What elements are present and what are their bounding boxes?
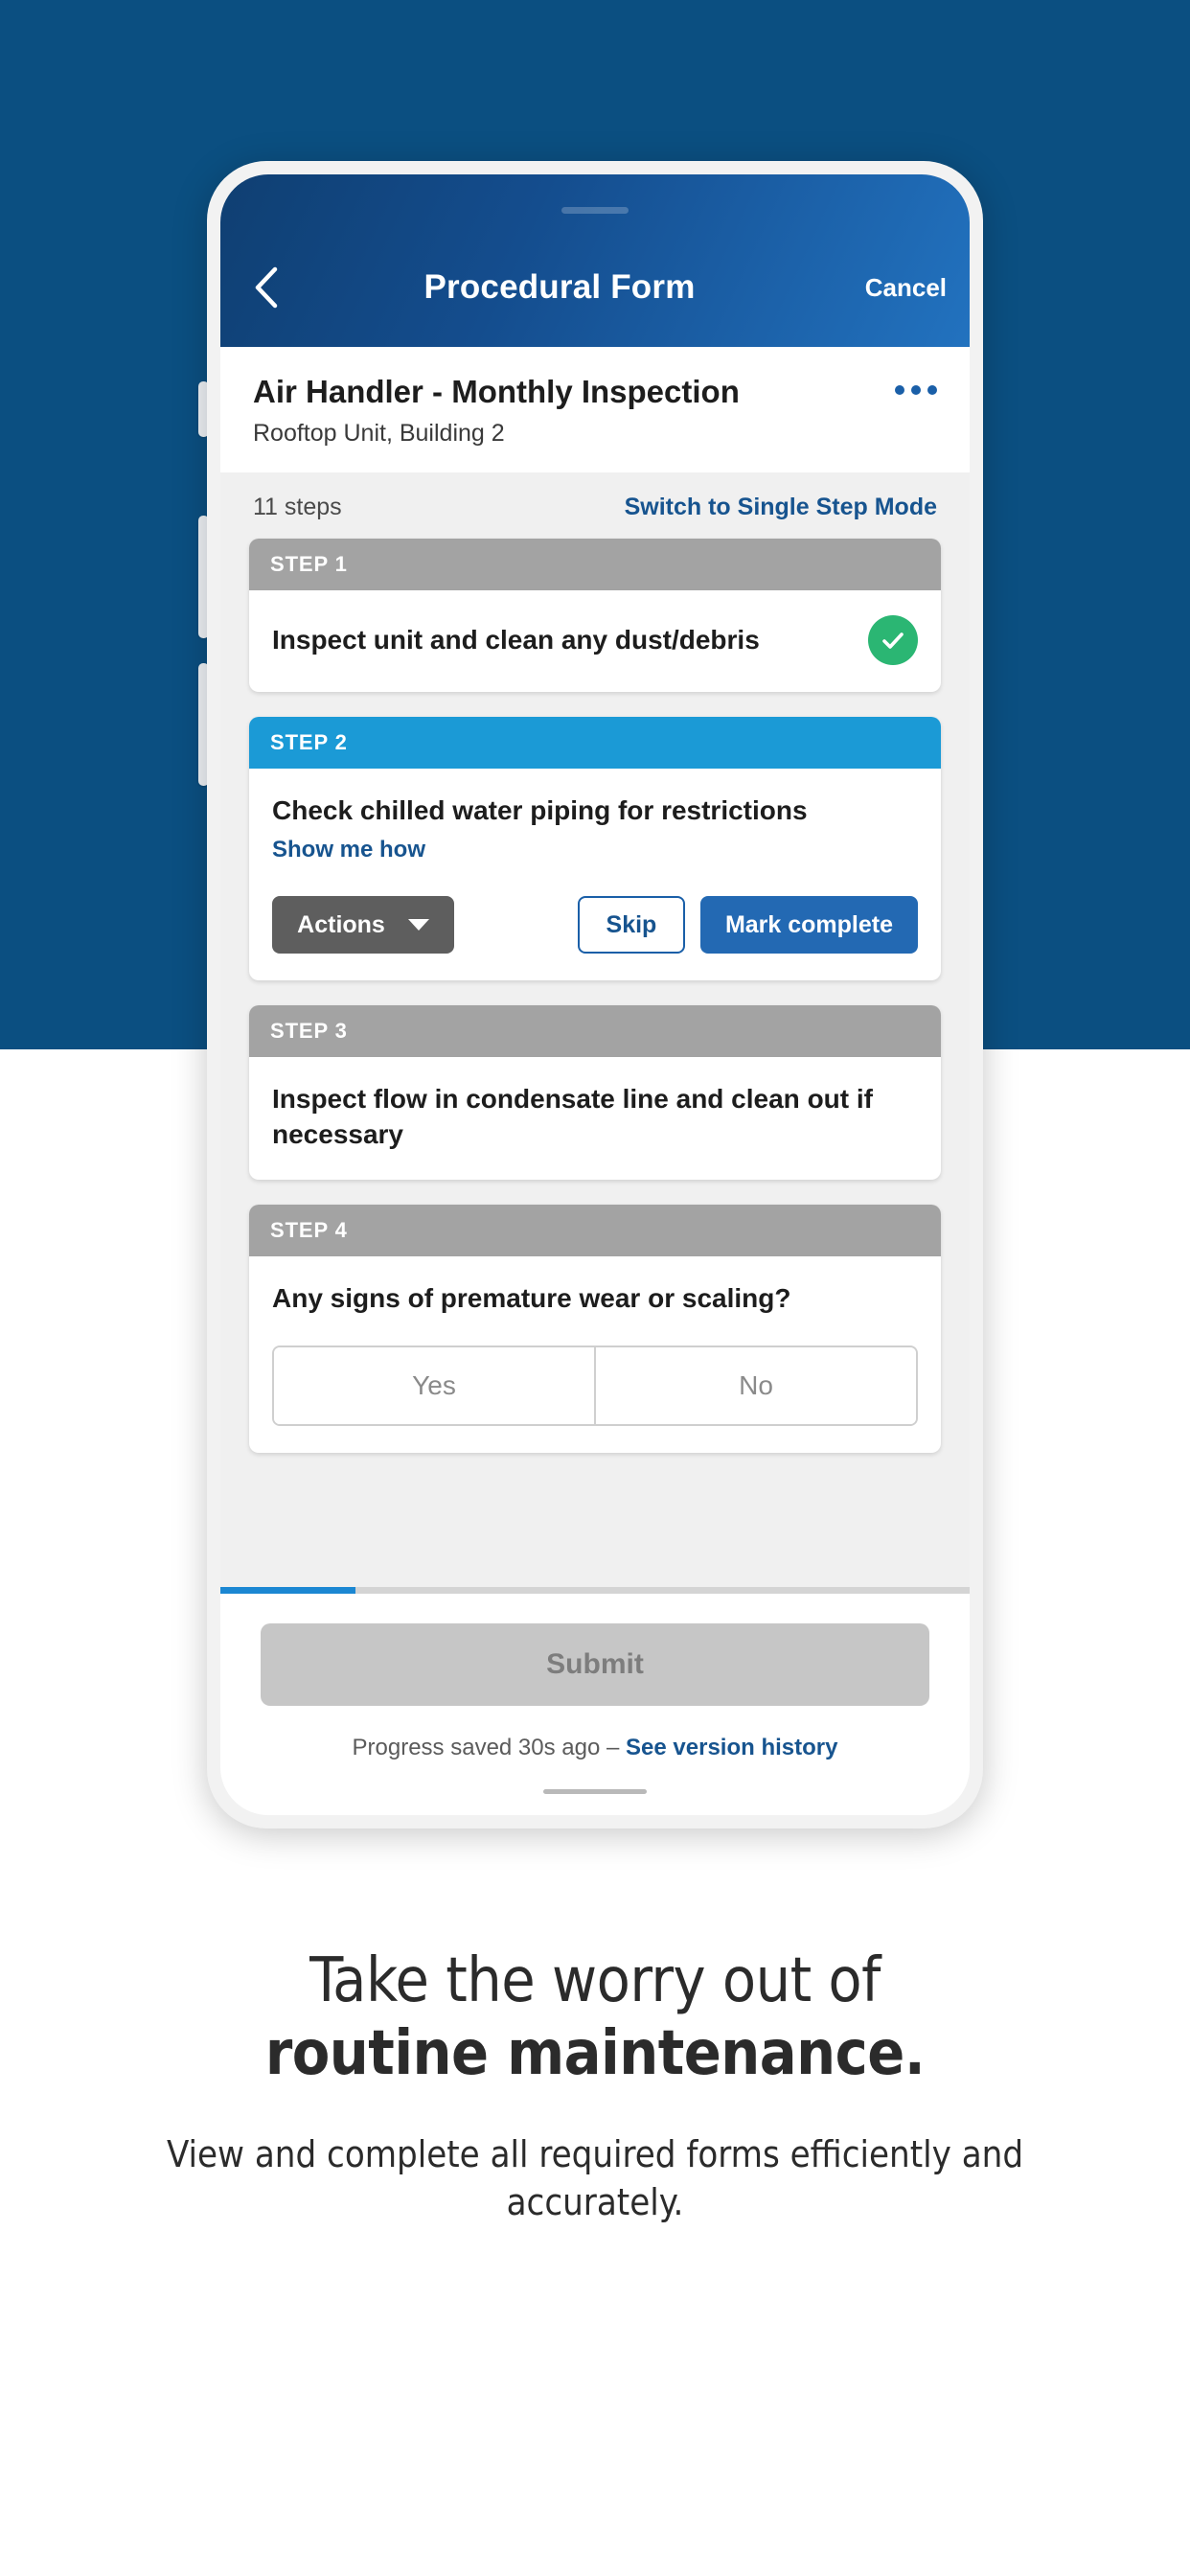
step-instruction-text: Inspect unit and clean any dust/debris <box>272 624 760 655</box>
phone-screen: Procedural Form Cancel Air Handler - Mon… <box>220 174 970 1815</box>
step-card-header: STEP 2 <box>249 717 941 770</box>
steps-scroll-area[interactable]: 11 steps Switch to Single Step Mode STEP… <box>220 472 970 1587</box>
step-instruction-text: Check chilled water piping for restricti… <box>272 795 808 826</box>
step-card-body: Check chilled water piping for restricti… <box>249 769 941 980</box>
step-card-body: Inspect flow in condensate line and clea… <box>249 1057 941 1180</box>
progress-bar <box>220 1587 970 1594</box>
see-version-history-link[interactable]: See version history <box>626 1735 837 1760</box>
no-option-button[interactable]: No <box>594 1347 916 1425</box>
chevron-left-icon <box>254 266 279 309</box>
step-card-active[interactable]: STEP 2 Check chilled water piping for re… <box>249 717 941 981</box>
marketing-headline: Take the worry out of routine maintenanc… <box>0 1945 1190 2090</box>
marketing-headline-line-1: Take the worry out of <box>309 1945 881 2016</box>
navigation-bar: Procedural Form Cancel <box>220 257 970 318</box>
steps-toolbar: 11 steps Switch to Single Step Mode <box>249 472 941 539</box>
marketing-headline-line-2: routine maintenance. <box>264 2017 926 2089</box>
step-instruction-text: Inspect flow in condensate line and clea… <box>272 1084 873 1150</box>
step-question-text: Any signs of premature wear or scaling? <box>272 1283 791 1314</box>
check-circle-icon <box>868 615 918 666</box>
screenshot-root: Procedural Form Cancel Air Handler - Mon… <box>0 0 1190 2576</box>
step-action-row: Actions Skip Mark complete <box>272 896 918 954</box>
submit-button[interactable]: Submit <box>261 1623 929 1706</box>
phone-home-indicator <box>543 1789 647 1794</box>
phone-earpiece-speaker <box>561 207 629 214</box>
step-card[interactable]: STEP 4 Any signs of premature wear or sc… <box>249 1205 941 1454</box>
steps-count-label: 11 steps <box>253 494 342 521</box>
caret-down-icon <box>407 919 429 932</box>
marketing-subheadline: View and complete all required forms eff… <box>166 2133 1024 2224</box>
saved-timestamp-label: Progress saved 30s ago – <box>352 1735 627 1760</box>
step-card[interactable]: STEP 1 Inspect unit and clean any dust/d… <box>249 539 941 693</box>
form-footer: Submit Progress saved 30s ago – See vers… <box>220 1587 970 1815</box>
step-card-header: STEP 3 <box>249 1005 941 1058</box>
switch-to-single-step-mode-link[interactable]: Switch to Single Step Mode <box>625 494 937 521</box>
marketing-section: Take the worry out of routine maintenanc… <box>0 1945 1190 2226</box>
yes-option-button[interactable]: Yes <box>274 1347 594 1425</box>
app-header: Procedural Form Cancel <box>220 174 970 347</box>
ellipsis-horizontal-icon[interactable] <box>891 374 937 395</box>
step-card-body: Any signs of premature wear or scaling? … <box>249 1256 941 1453</box>
cancel-button[interactable]: Cancel <box>835 273 970 303</box>
mark-complete-button[interactable]: Mark complete <box>699 896 918 954</box>
form-header: Air Handler - Monthly Inspection Rooftop… <box>220 347 970 473</box>
progress-bar-fill <box>220 1587 355 1594</box>
yes-no-toggle-group: Yes No <box>272 1346 918 1427</box>
saved-status-text: Progress saved 30s ago – See version his… <box>261 1735 929 1815</box>
form-title: Air Handler - Monthly Inspection <box>253 374 740 409</box>
page-title: Procedural Form <box>423 268 696 306</box>
step-card-body: Inspect unit and clean any dust/debris <box>249 590 941 692</box>
skip-button[interactable]: Skip <box>577 896 685 954</box>
form-subtitle: Rooftop Unit, Building 2 <box>253 420 505 448</box>
actions-dropdown-button[interactable]: Actions <box>272 896 454 954</box>
step-card-header: STEP 4 <box>249 1205 941 1257</box>
phone-device-frame: Procedural Form Cancel Air Handler - Mon… <box>207 161 983 1828</box>
step-card[interactable]: STEP 3 Inspect flow in condensate line a… <box>249 1005 941 1181</box>
step-card-header: STEP 1 <box>249 539 941 591</box>
actions-button-label: Actions <box>297 910 385 938</box>
show-me-how-link[interactable]: Show me how <box>272 837 918 863</box>
